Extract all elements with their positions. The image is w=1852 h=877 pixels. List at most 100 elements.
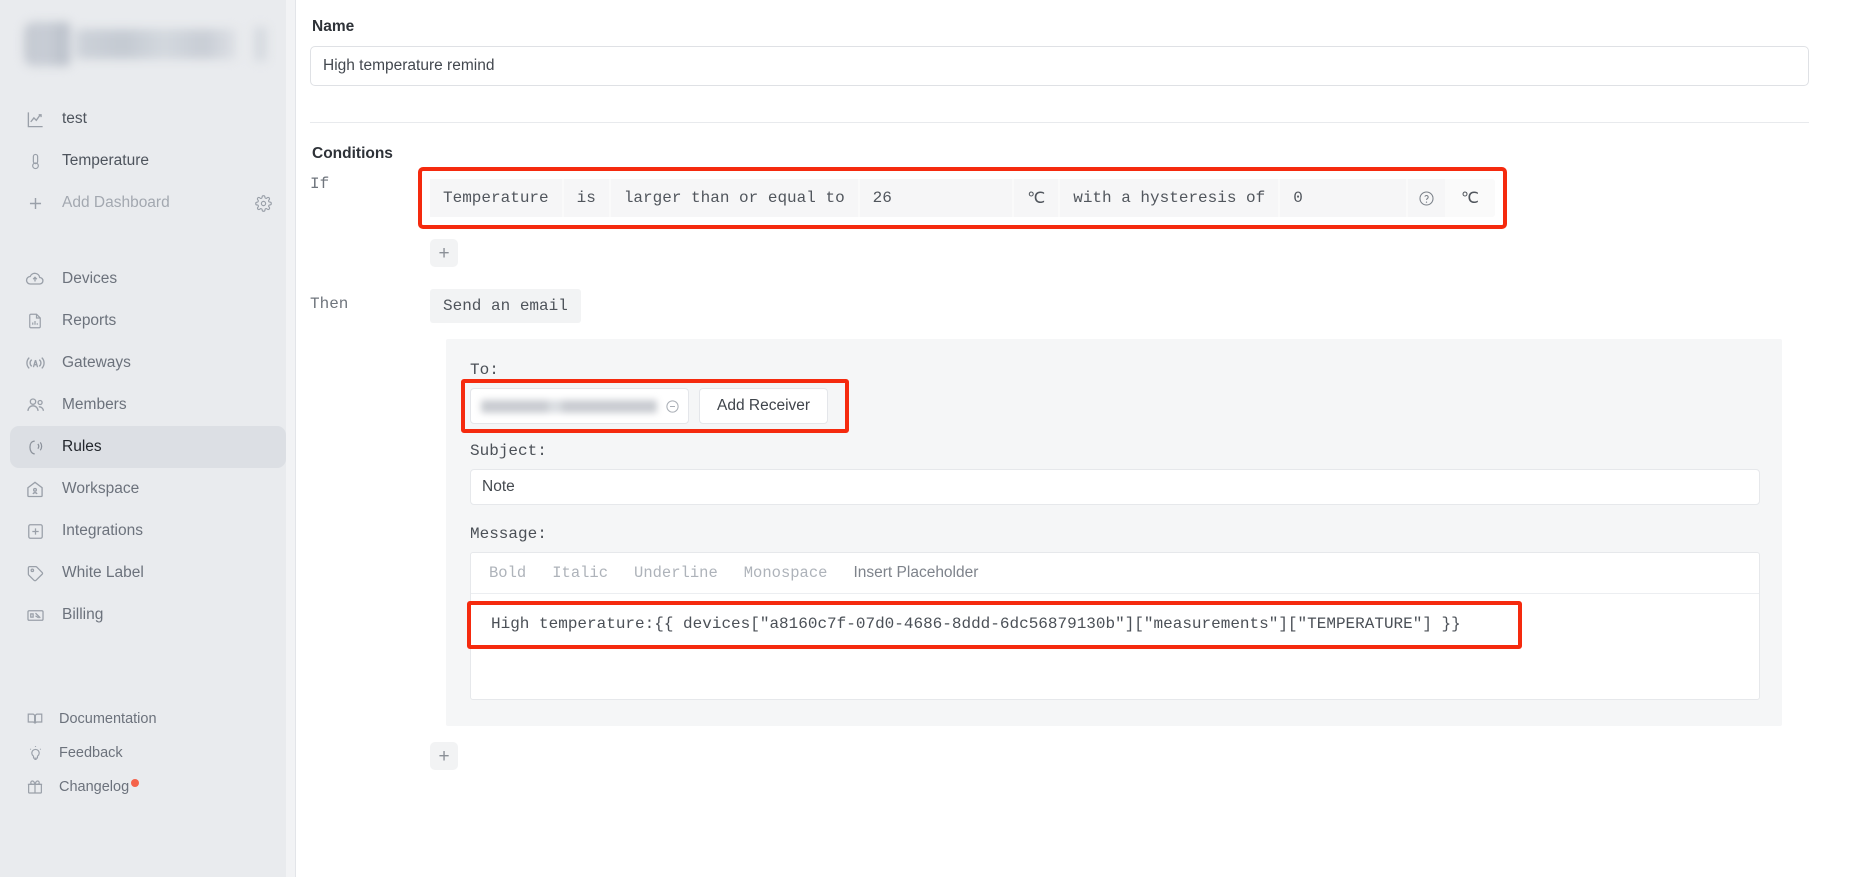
users-icon <box>24 394 46 416</box>
rule-name-value: High temperature remind <box>323 57 494 75</box>
nav-spacer-large <box>10 642 286 696</box>
sidebar-item-label: Changelog <box>59 779 129 795</box>
sidebar-item-integrations[interactable]: Integrations <box>10 510 286 552</box>
add-action-spacer <box>310 742 430 754</box>
sidebar-item-workspace[interactable]: Workspace <box>10 468 286 510</box>
sidebar-item-documentation[interactable]: Documentation <box>10 702 286 736</box>
sidebar-item-rules[interactable]: Rules <box>10 426 286 468</box>
section-divider <box>310 122 1809 123</box>
condition-hysteresis-label: with a hysteresis of <box>1060 179 1278 217</box>
condition-group: Temperature is larger than or equal to 2… <box>430 179 1495 217</box>
action-row: Then Send an email <box>310 289 1844 323</box>
action-type-select[interactable]: Send an email <box>430 289 581 323</box>
sidebar-item-billing[interactable]: Billing <box>10 594 286 636</box>
sidebar-item-label: Feedback <box>59 745 123 761</box>
condition-verb: is <box>564 179 609 217</box>
sidebar-item-label: White Label <box>62 564 144 582</box>
message-body-text: High temperature:{{ devices["a8160c7f-07… <box>483 610 1747 638</box>
sidebar-item-changelog[interactable]: Changelog <box>10 770 286 804</box>
question-circle-icon[interactable] <box>1408 179 1445 217</box>
add-condition-button[interactable]: + <box>430 239 458 267</box>
plus-icon <box>24 192 46 214</box>
to-label: To: <box>470 361 1760 379</box>
subject-input[interactable]: Note <box>470 469 1760 505</box>
footer-nav-group: Documentation Feedback Changelog <box>10 696 286 810</box>
gear-icon[interactable] <box>255 195 272 212</box>
logo-mark <box>24 22 70 66</box>
sidebar-item-reports[interactable]: Reports <box>10 300 286 342</box>
gift-icon <box>24 776 46 798</box>
sidebar-item-devices[interactable]: Devices <box>10 258 286 300</box>
book-icon <box>24 708 46 730</box>
sidebar-item-gateways[interactable]: Gateways <box>10 342 286 384</box>
message-label: Message: <box>470 525 1760 543</box>
workspace-logo-blurred <box>24 22 272 66</box>
receiver-email-input[interactable] <box>470 388 689 424</box>
sidebar-item-label: Billing <box>62 606 103 624</box>
broadcast-icon <box>24 436 46 458</box>
thermometer-icon <box>24 150 46 172</box>
sidebar-item-label: Members <box>62 396 127 414</box>
condition-measurement-select[interactable]: Temperature <box>430 179 562 217</box>
home-icon <box>24 478 46 500</box>
then-label: Then <box>310 289 430 313</box>
bold-button[interactable]: Bold <box>489 564 526 582</box>
receiver-email-value-blurred <box>481 400 657 413</box>
lightbulb-icon <box>24 742 46 764</box>
italic-button[interactable]: Italic <box>552 564 608 582</box>
condition-threshold-input[interactable]: 26 <box>860 179 1013 217</box>
sidebar-item-add-dashboard[interactable]: Add Dashboard <box>10 182 286 224</box>
sidebar-item-white-label[interactable]: White Label <box>10 552 286 594</box>
if-label: If <box>310 163 430 193</box>
main-content: Name High temperature remind Conditions … <box>296 0 1852 877</box>
add-condition-row: + <box>310 239 1844 267</box>
name-label: Name <box>312 18 1844 36</box>
monospace-button[interactable]: Monospace <box>744 564 828 582</box>
add-action-button[interactable]: + <box>430 742 458 770</box>
sidebar: test Temperature Add Dashboard <box>0 0 296 877</box>
sidebar-nav: test Temperature Add Dashboard <box>0 92 296 810</box>
logo-wordmark <box>76 29 236 59</box>
sidebar-item-label: Add Dashboard <box>62 194 170 212</box>
underline-button[interactable]: Underline <box>634 564 718 582</box>
sidebar-item-feedback[interactable]: Feedback <box>10 736 286 770</box>
tag-icon <box>24 562 46 584</box>
sidebar-item-label: Integrations <box>62 522 143 540</box>
sidebar-item-label: test <box>62 110 87 128</box>
sidebar-item-members[interactable]: Members <box>10 384 286 426</box>
sidebar-scroll-rail[interactable] <box>286 0 296 877</box>
sidebar-item-label: Temperature <box>62 152 149 170</box>
add-receiver-button[interactable]: Add Receiver <box>699 388 828 424</box>
sidebar-item-label: Documentation <box>59 711 157 727</box>
sidebar-item-test[interactable]: test <box>10 98 286 140</box>
changelog-badge-dot <box>131 779 139 787</box>
condition-fields: Temperature is larger than or equal to 2… <box>430 179 1495 217</box>
add-action-row: + <box>310 742 1844 770</box>
sidebar-item-label: Rules <box>62 438 102 456</box>
rule-name-input[interactable]: High temperature remind <box>310 46 1809 86</box>
conditions-label: Conditions <box>312 145 1844 163</box>
condition-hysteresis-input[interactable]: 0 <box>1280 179 1406 217</box>
sidebar-item-temperature[interactable]: Temperature <box>10 140 286 182</box>
main-nav-group: Devices Reports Gateways <box>10 252 286 642</box>
editor-toolbar: Bold Italic Underline Monospace Insert P… <box>471 553 1759 594</box>
message-body-area[interactable]: High temperature:{{ devices["a8160c7f-07… <box>471 594 1759 699</box>
invoice-icon <box>24 604 46 626</box>
subject-label: Subject: <box>470 442 1760 460</box>
plus-square-icon <box>24 520 46 542</box>
sidebar-item-label: Gateways <box>62 354 131 372</box>
document-chart-icon <box>24 310 46 332</box>
sidebar-item-label: Devices <box>62 270 117 288</box>
app-root: test Temperature Add Dashboard <box>0 0 1852 877</box>
minus-circle-icon[interactable] <box>665 399 680 414</box>
email-action-panel: To: Add Receiver Subject: Note Message: <box>446 339 1782 726</box>
add-condition-spacer <box>310 239 430 251</box>
dashboard-group: test Temperature Add Dashboard <box>10 92 286 230</box>
message-editor: Bold Italic Underline Monospace Insert P… <box>470 552 1760 700</box>
insert-placeholder-button[interactable]: Insert Placeholder <box>853 564 978 582</box>
workspace-brand[interactable] <box>0 0 296 92</box>
condition-hysteresis-unit: ℃ <box>1447 179 1493 217</box>
sidebar-item-label: Reports <box>62 312 116 330</box>
condition-operator-select[interactable]: larger than or equal to <box>611 179 858 217</box>
subject-value: Note <box>482 478 515 496</box>
